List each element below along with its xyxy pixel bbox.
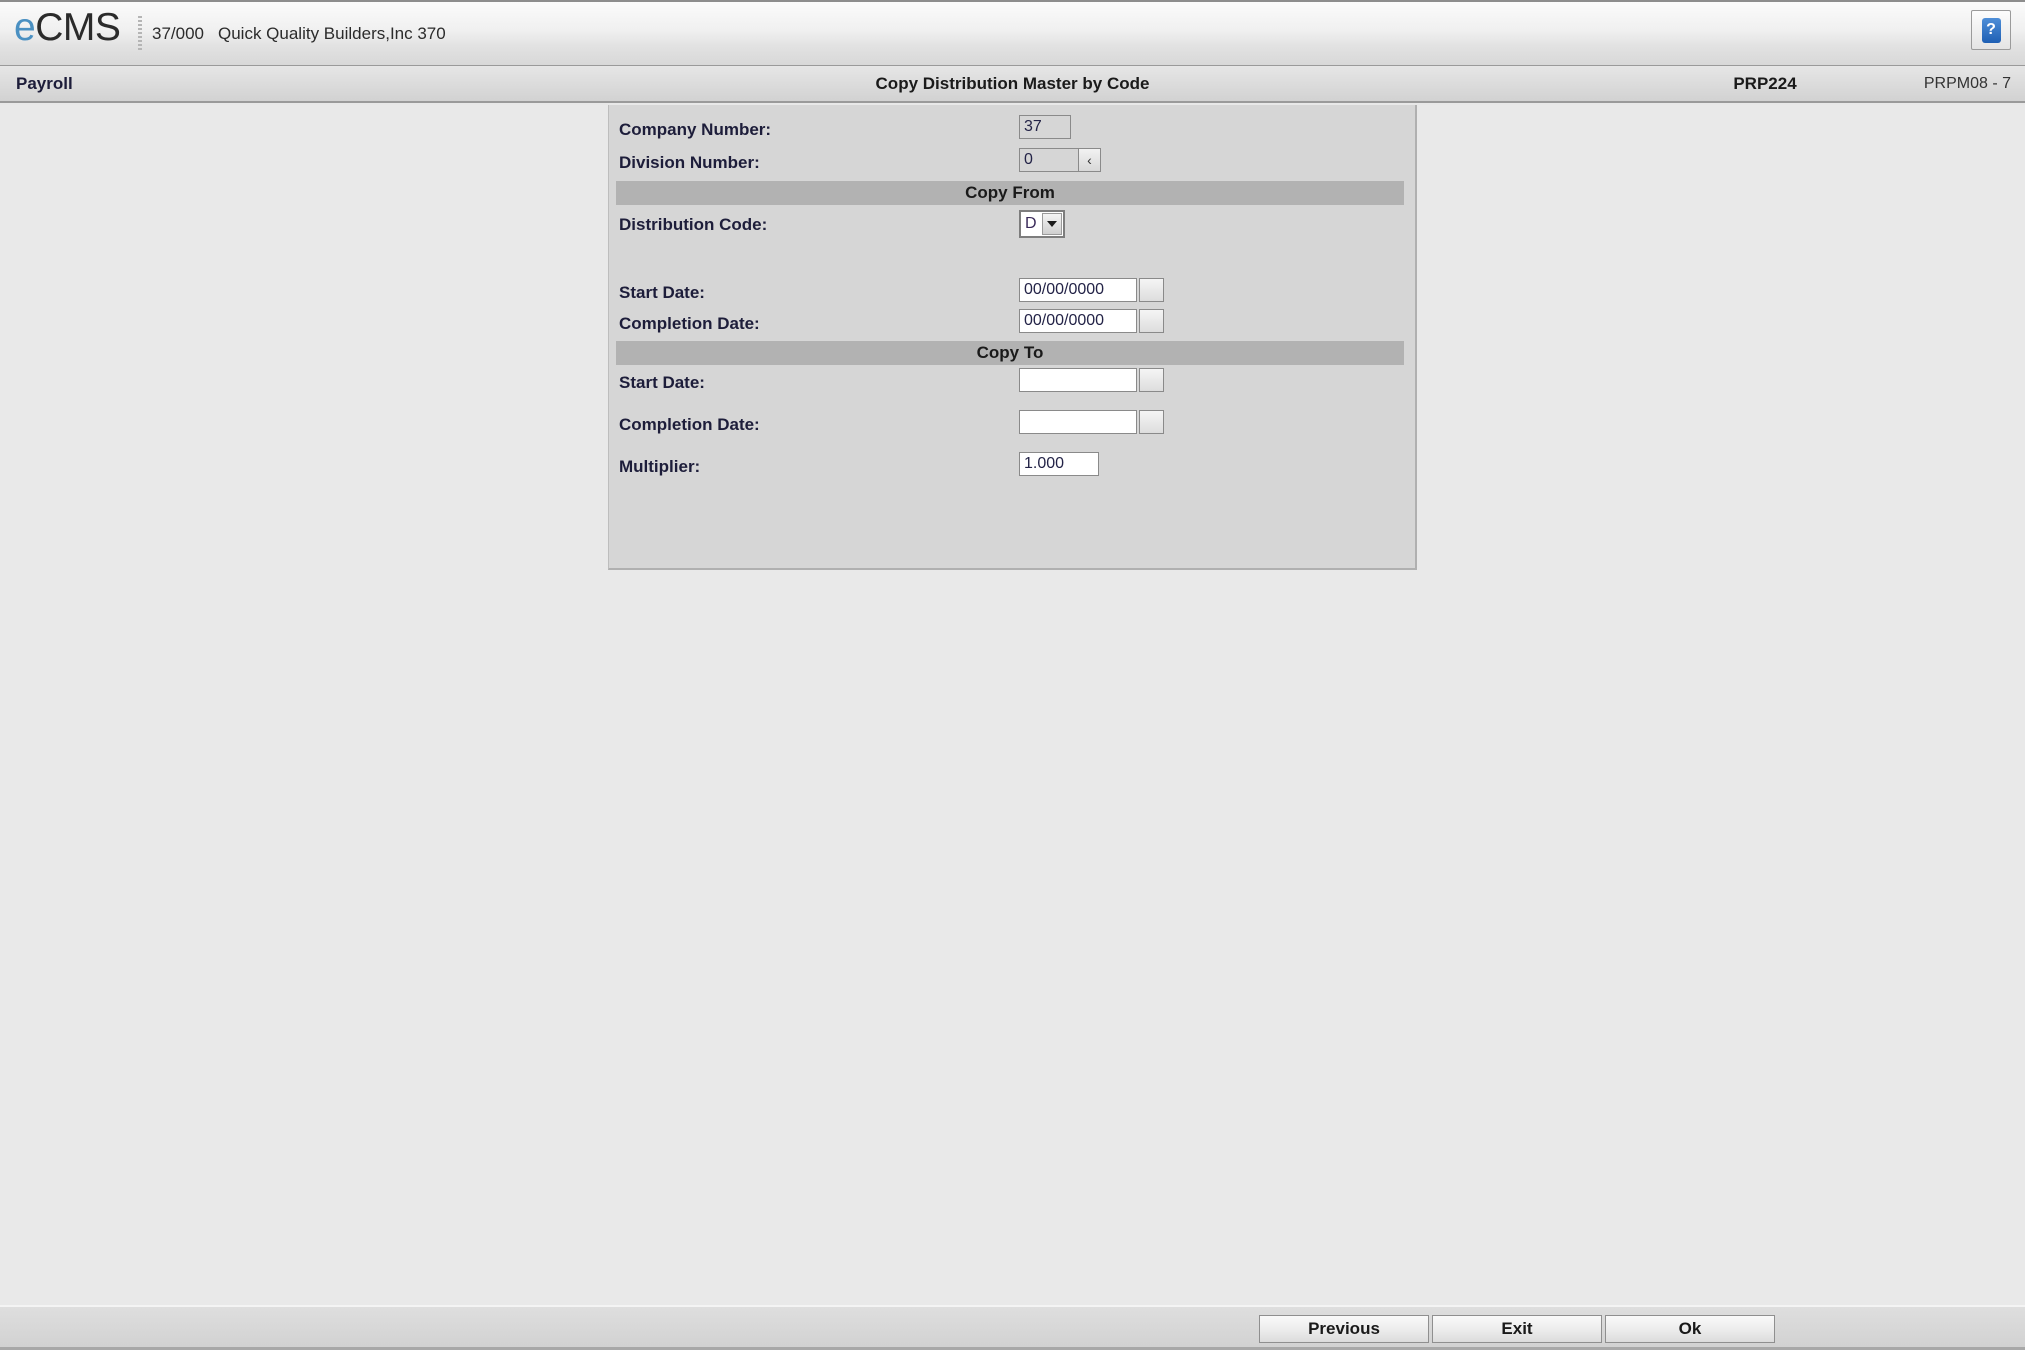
program-id: PRP224 [1733,74,1797,93]
calendar-icon[interactable] [1139,410,1164,434]
division-number-input[interactable] [1019,148,1079,172]
row-multiplier: Multiplier: [609,452,1418,482]
logo-separator [138,16,142,50]
company-name-text: Quick Quality Builders,Inc 370 [218,24,446,43]
calendar-icon[interactable] [1139,368,1164,392]
form-panel: Company Number: Division Number: ‹ Copy … [608,105,1417,570]
to-completion-date-input[interactable] [1019,410,1137,434]
question-mark-icon: ? [1981,17,2001,43]
division-number-label: Division Number: [619,153,760,172]
company-number-label: Company Number: [619,120,772,139]
from-completion-date-field-area [1019,309,1164,333]
distribution-code-select[interactable]: D [1019,210,1065,238]
to-completion-date-field-area [1019,410,1164,434]
section-band-copy-to: Copy To [616,341,1404,365]
to-start-date-field-area [1019,368,1164,392]
section-band-copy-from: Copy From [616,181,1404,205]
distribution-code-value: D [1025,215,1037,232]
brand-bar: eCMS 37/000 Quick Quality Builders,Inc 3… [0,0,2025,66]
row-to-completion-date: Completion Date: [609,410,1418,440]
from-start-date-label: Start Date: [619,283,705,302]
company-number-input[interactable] [1019,115,1071,139]
previous-button[interactable]: Previous [1259,1315,1429,1343]
row-from-start-date: Start Date: [609,278,1418,308]
distribution-code-field-area: D [1019,210,1065,238]
row-to-start-date: Start Date: [609,368,1418,398]
company-number-field-area [1019,115,1071,139]
from-completion-date-picker[interactable] [1019,309,1164,333]
from-start-date-field-area [1019,278,1164,302]
help-button[interactable]: ? [1971,10,2011,50]
row-company-number: Company Number: [609,115,1418,145]
to-start-date-label: Start Date: [619,373,705,392]
to-start-date-input[interactable] [1019,368,1137,392]
row-distribution-code: Distribution Code: D [609,210,1418,240]
row-from-completion-date: Completion Date: [609,309,1418,339]
logo-letters-cms: CMS [35,6,121,49]
from-start-date-picker[interactable] [1019,278,1164,302]
to-completion-date-label: Completion Date: [619,415,760,434]
from-completion-date-input[interactable] [1019,309,1137,333]
calendar-icon[interactable] [1139,309,1164,333]
multiplier-field-area [1019,452,1099,476]
content-area: Company Number: Division Number: ‹ Copy … [0,105,2025,1305]
ok-button[interactable]: Ok [1605,1315,1775,1343]
from-completion-date-label: Completion Date: [619,314,760,333]
exit-button[interactable]: Exit [1432,1315,1602,1343]
logo-letter-e: e [14,6,36,49]
division-number-field-area: ‹ [1019,148,1101,172]
from-start-date-input[interactable] [1019,278,1137,302]
ecms-logo: eCMS [14,6,121,50]
chevron-down-icon[interactable] [1042,213,1062,235]
company-code-text: 37/000 [152,24,204,43]
calendar-icon[interactable] [1139,278,1164,302]
to-start-date-picker[interactable] [1019,368,1164,392]
division-lookup-icon[interactable]: ‹ [1079,148,1101,172]
row-division-number: Division Number: ‹ [609,148,1418,178]
to-completion-date-picker[interactable] [1019,410,1164,434]
title-bar: Payroll Copy Distribution Master by Code… [0,66,2025,103]
bottom-button-bar: Previous Exit Ok [0,1305,2025,1350]
distribution-code-label: Distribution Code: [619,215,768,234]
session-id: PRPM08 - 7 [1923,75,2011,92]
multiplier-label: Multiplier: [619,457,701,476]
multiplier-input[interactable] [1019,452,1099,476]
